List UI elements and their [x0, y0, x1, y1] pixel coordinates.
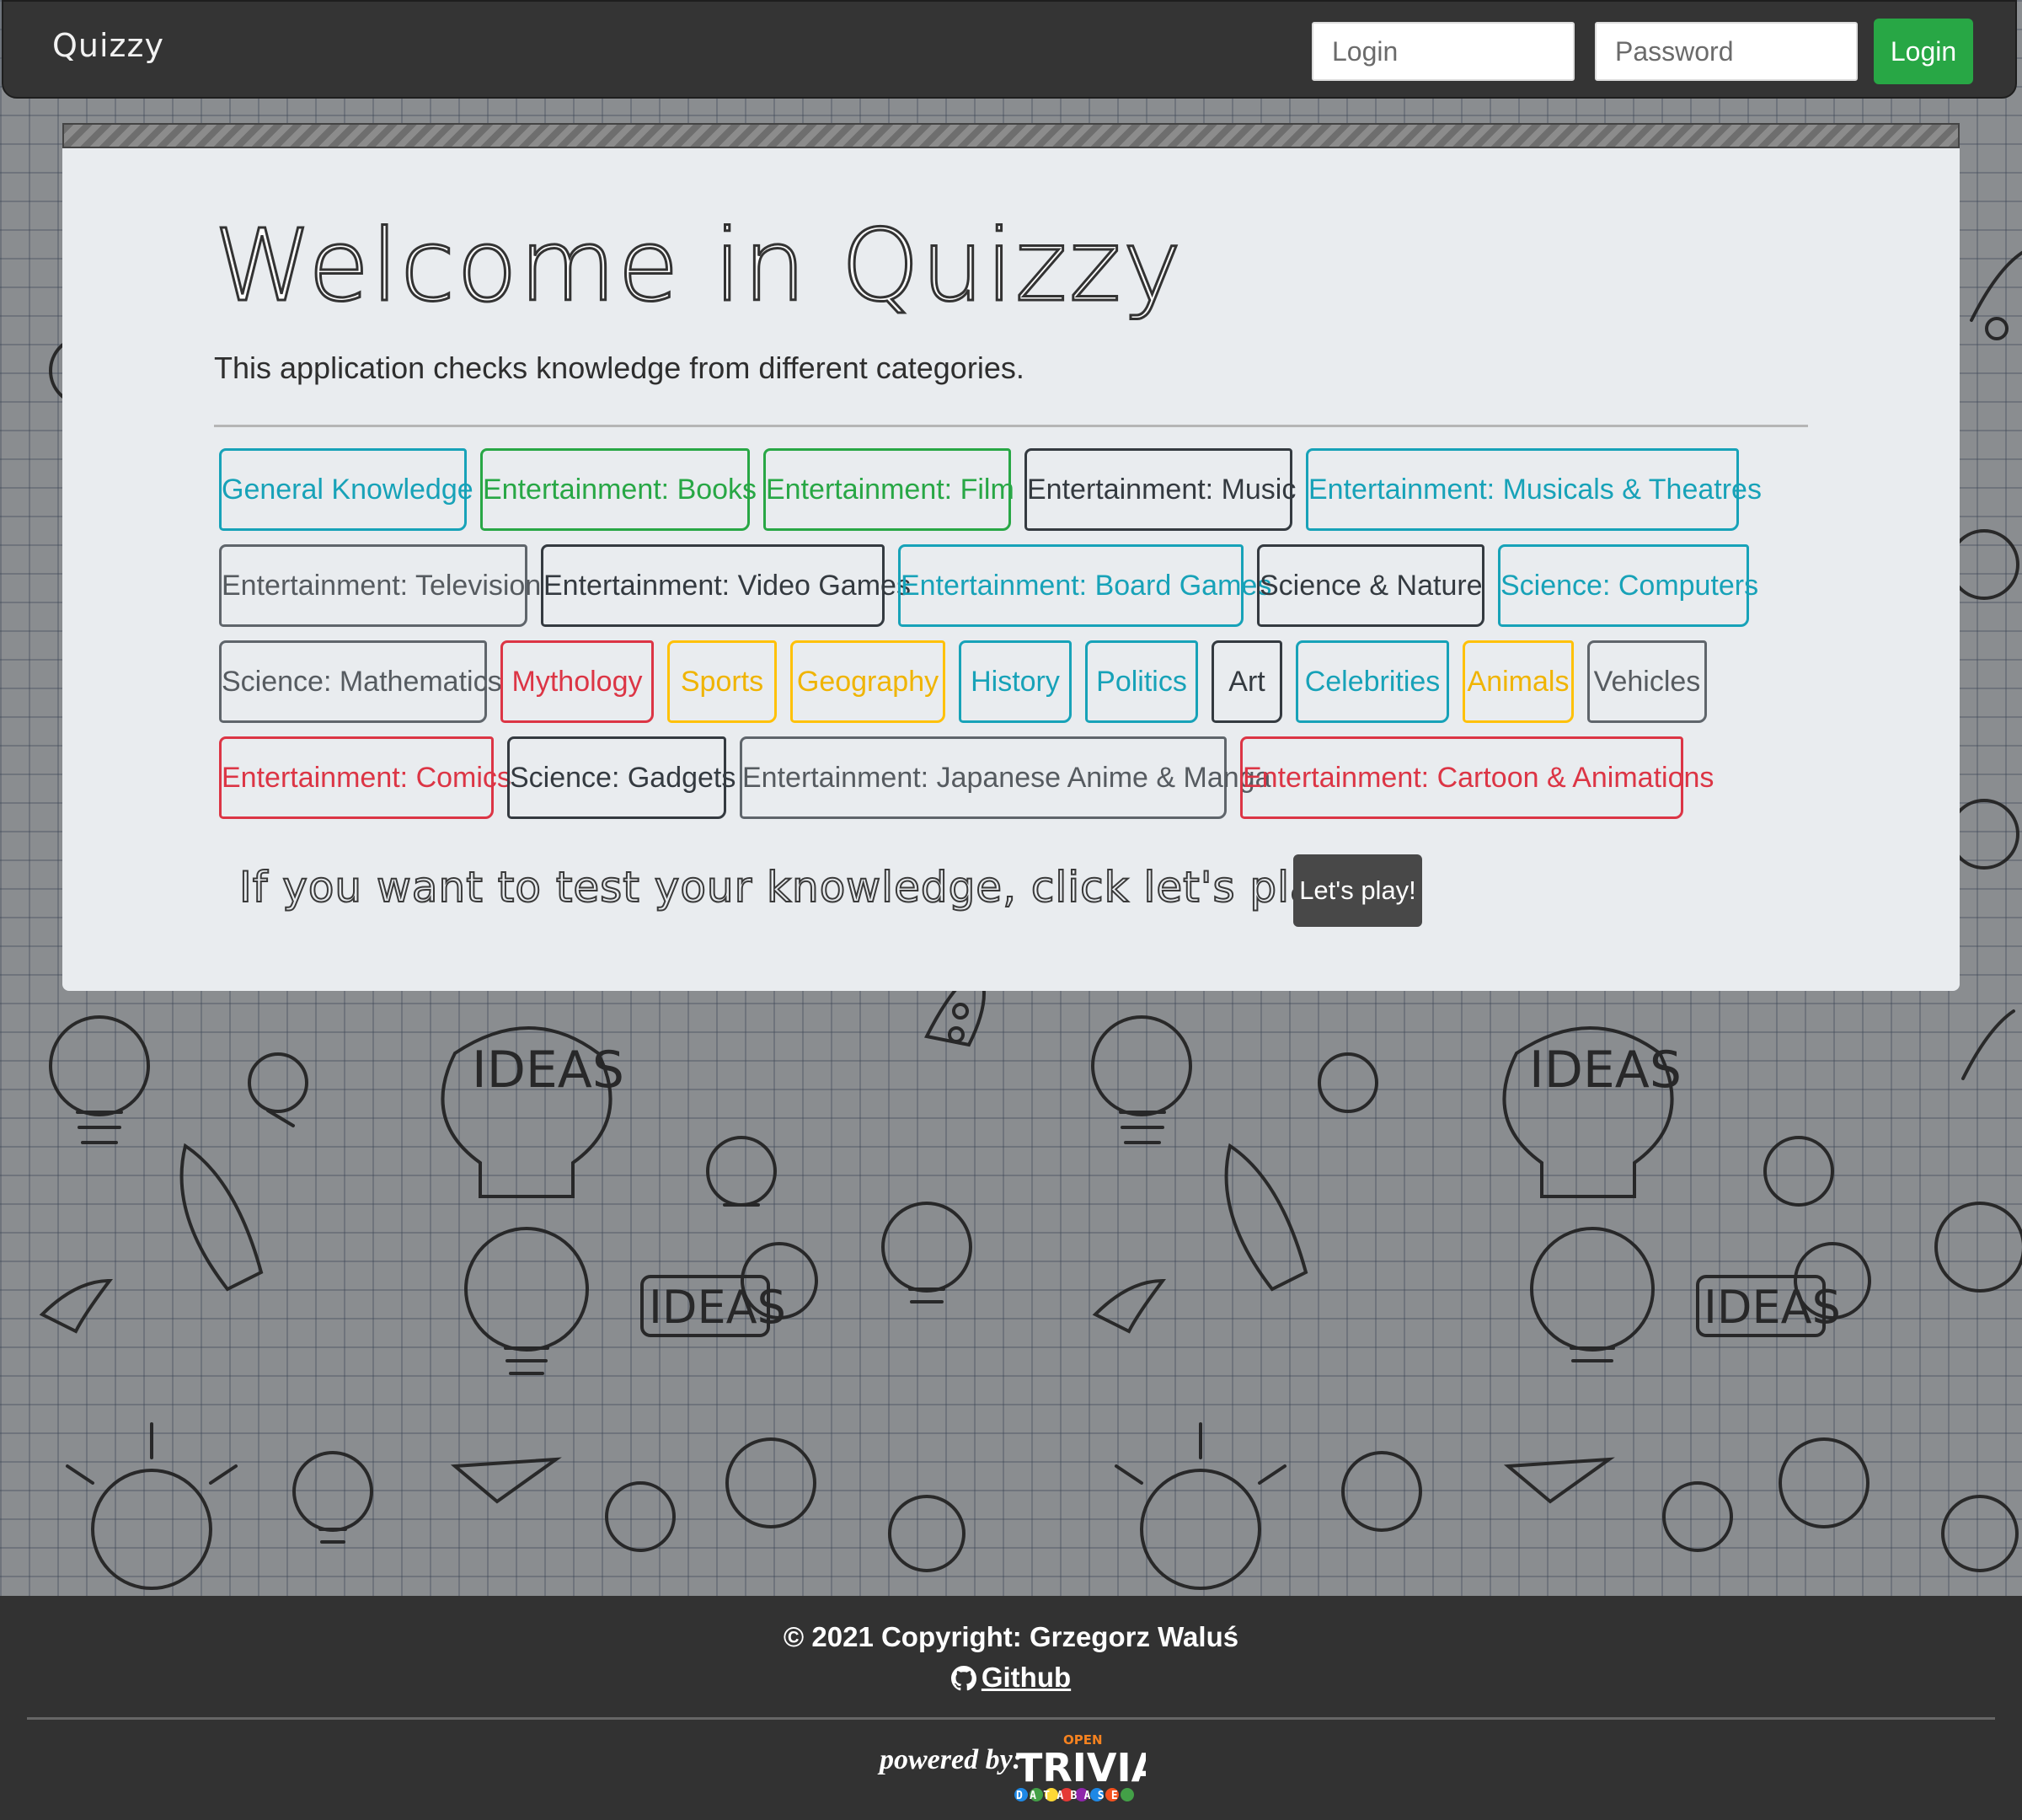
category-button[interactable]: Entertainment: Television: [219, 544, 541, 627]
category-button[interactable]: Entertainment: Comics: [219, 736, 511, 819]
category-button[interactable]: Science: Computers: [1498, 544, 1758, 627]
page-title: Welcome in Quizzy: [213, 206, 1184, 325]
category-button[interactable]: Celebrities: [1296, 640, 1449, 723]
login-input[interactable]: [1312, 22, 1575, 81]
category-button[interactable]: General Knowledge: [219, 448, 473, 531]
lead-text: This application checks knowledge from d…: [214, 351, 1024, 385]
category-button[interactable]: Entertainment: Music: [1024, 448, 1296, 531]
jumbotron: Welcome in Quizzy This application check…: [62, 148, 1960, 991]
jumbotron-header-strip: [62, 123, 1960, 148]
github-link[interactable]: Github: [982, 1662, 1071, 1693]
category-button[interactable]: Sports: [667, 640, 777, 723]
svg-text:IDEAS: IDEAS: [472, 1041, 624, 1100]
category-button[interactable]: Science & Nature: [1257, 544, 1484, 627]
category-button[interactable]: Geography: [790, 640, 945, 723]
navbar: Quizzy Login: [2, 0, 2017, 99]
category-button[interactable]: Entertainment: Cartoon & Animations: [1240, 736, 1714, 819]
play-prompt: If you want to test your knowledge, clic…: [238, 862, 1351, 913]
svg-text:IDEAS: IDEAS: [1529, 1041, 1682, 1100]
open-trivia-database-logo[interactable]: OPEN TRIVIA DATABASE: [1011, 1732, 1146, 1803]
category-button[interactable]: Science: Gadgets: [507, 736, 736, 819]
category-button[interactable]: History: [959, 640, 1072, 723]
github-icon: [950, 1666, 976, 1691]
category-button[interactable]: Vehicles: [1587, 640, 1707, 723]
category-button[interactable]: Entertainment: Board Games: [898, 544, 1271, 627]
footer-divider: [27, 1717, 1995, 1720]
category-button[interactable]: Entertainment: Musicals & Theatres: [1306, 448, 1762, 531]
password-input[interactable]: [1595, 22, 1858, 81]
lets-play-button[interactable]: Let's play!: [1293, 854, 1422, 927]
category-button[interactable]: Animals: [1463, 640, 1574, 723]
footer: © 2021 Copyright: Grzegorz Waluś Github …: [0, 1596, 2022, 1820]
category-button[interactable]: Science: Mathematics: [219, 640, 502, 723]
category-button[interactable]: Mythology: [500, 640, 654, 723]
category-button[interactable]: Politics: [1085, 640, 1198, 723]
copyright-text: © 2021 Copyright: Grzegorz Waluś: [783, 1621, 1239, 1652]
divider: [214, 425, 1808, 427]
brand-logo[interactable]: Quizzy: [52, 27, 164, 64]
github-link-row: Github: [0, 1662, 2022, 1694]
svg-text:DATABASE: DATABASE: [1016, 1790, 1125, 1802]
powered-by-label: powered by:: [880, 1744, 1023, 1775]
login-button[interactable]: Login: [1874, 19, 1973, 84]
category-button[interactable]: Entertainment: Film: [763, 448, 1014, 531]
category-button[interactable]: Entertainment: Books: [480, 448, 757, 531]
category-button[interactable]: Entertainment: Japanese Anime & Manga: [740, 736, 1271, 819]
category-button[interactable]: Art: [1212, 640, 1282, 723]
svg-text:TRIVIA: TRIVIA: [1016, 1745, 1146, 1791]
svg-text:IDEAS: IDEAS: [649, 1281, 786, 1334]
category-button[interactable]: Entertainment: Video Games: [541, 544, 911, 627]
svg-text:IDEAS: IDEAS: [1704, 1281, 1841, 1334]
